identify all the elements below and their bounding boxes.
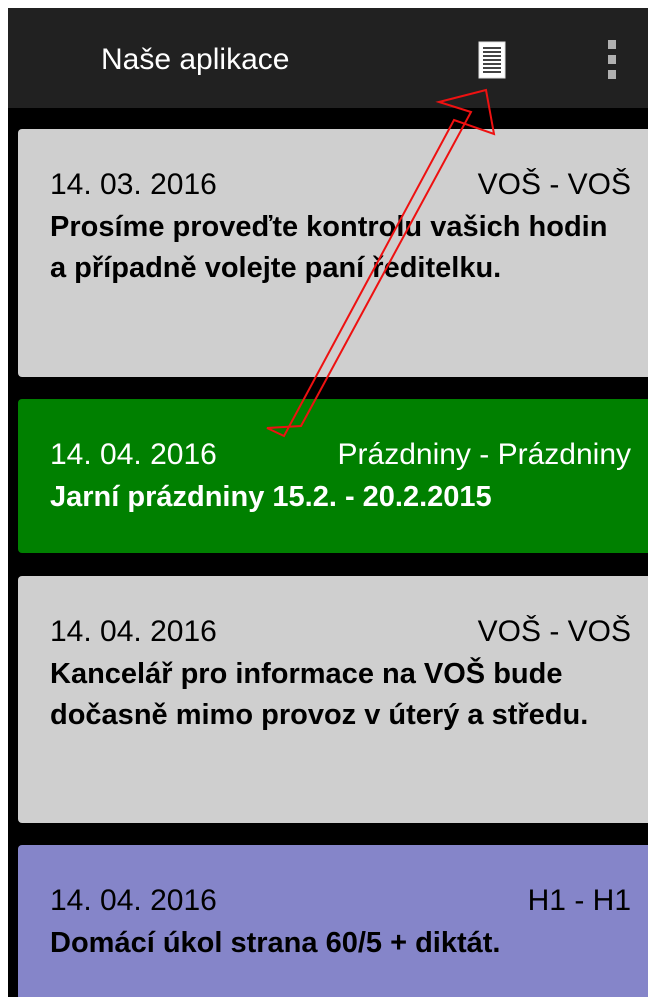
card-header: 14. 04. 2016 VOŠ - VOŠ (50, 614, 631, 650)
card-header: 14. 04. 2016 Prázdniny - Prázdniny (50, 437, 631, 473)
card-message: Prosíme proveďte kontrolu vašich hodin a… (50, 211, 608, 284)
notice-card[interactable]: 14. 04. 2016 Prázdniny - Prázdniny Jarní… (18, 399, 648, 553)
card-message: Domácí úkol strana 60/5 + diktát. (50, 927, 501, 959)
card-header: 14. 04. 2016 H1 - H1 (50, 883, 631, 919)
overflow-menu-icon (608, 40, 616, 79)
card-group: VOŠ - VOŠ (477, 168, 631, 201)
card-date: 14. 04. 2016 (50, 884, 217, 917)
app-title: Naše aplikace (101, 43, 290, 76)
card-date: 14. 03. 2016 (50, 168, 217, 201)
card-message: Kancelář pro informace na VOŠ bude dočas… (50, 658, 589, 731)
card-group: H1 - H1 (527, 884, 631, 917)
card-date: 14. 04. 2016 (50, 615, 217, 648)
card-group: Prázdniny - Prázdniny (337, 438, 631, 471)
card-header: 14. 03. 2016 VOŠ - VOŠ (50, 167, 631, 203)
action-bar: Naše aplikace (8, 8, 648, 108)
card-group: VOŠ - VOŠ (477, 615, 631, 648)
card-date: 14. 04. 2016 (50, 438, 217, 471)
list-view-button[interactable] (462, 32, 522, 88)
overflow-menu-button[interactable] (592, 32, 632, 88)
card-message: Jarní prázdniny 15.2. - 20.2.2015 (50, 481, 492, 513)
phone-screen: Naše aplikace 14. 03. 2016 VOŠ - VOŠ Pro… (8, 8, 648, 997)
list-icon (478, 41, 506, 79)
notice-card[interactable]: 14. 03. 2016 VOŠ - VOŠ Prosíme proveďte … (18, 129, 648, 377)
notice-card[interactable]: 14. 04. 2016 VOŠ - VOŠ Kancelář pro info… (18, 576, 648, 823)
notice-card[interactable]: 14. 04. 2016 H1 - H1 Domácí úkol strana … (18, 845, 648, 997)
